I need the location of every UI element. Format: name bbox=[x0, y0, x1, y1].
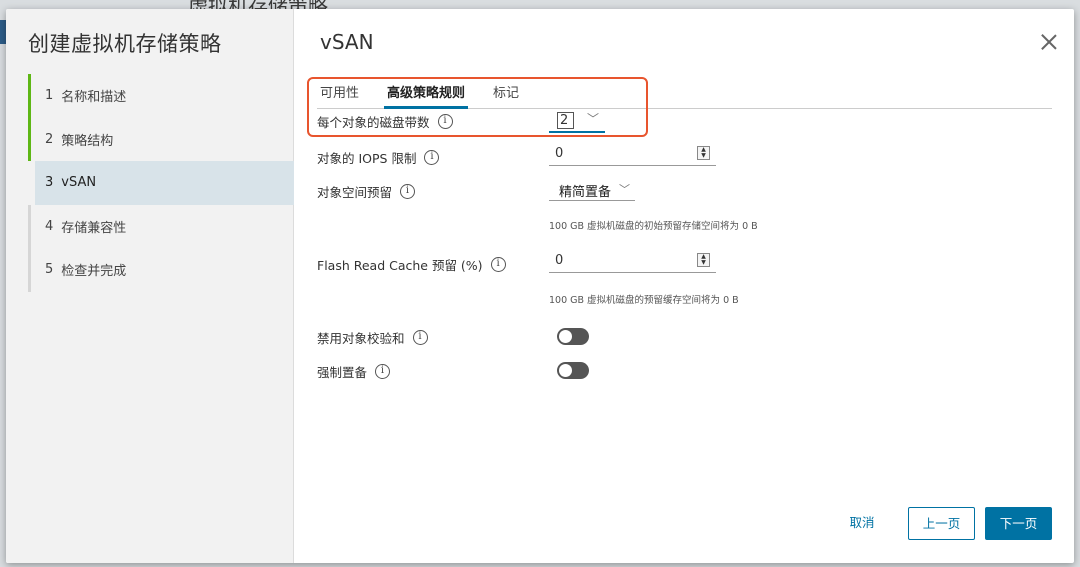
wizard-content: vSAN 可用性 高级策略规则 标记 每个对象的磁盘带数 i 2 ﹀ 对象的 I… bbox=[295, 9, 1074, 563]
force-provisioning-toggle[interactable] bbox=[557, 362, 589, 379]
step-vsan[interactable]: 3 vSAN bbox=[35, 161, 294, 205]
step-number: 1 bbox=[45, 88, 54, 104]
step-label: 存储兼容性 bbox=[61, 220, 127, 236]
iops-input[interactable]: 0 ▲ ▼ bbox=[549, 144, 716, 166]
stepper-icon[interactable]: ▲ ▼ bbox=[697, 146, 710, 160]
info-icon[interactable]: i bbox=[412, 330, 428, 345]
stripes-label: 每个对象的磁盘带数 bbox=[317, 115, 430, 130]
next-button[interactable]: 下一页 bbox=[985, 507, 1052, 540]
flash-cache-label: Flash Read Cache 预留 (%) bbox=[317, 258, 483, 273]
step-number: 4 bbox=[45, 218, 54, 234]
iops-row: 对象的 IOPS 限制 i bbox=[317, 148, 440, 167]
force-provisioning-label: 强制置备 bbox=[317, 365, 368, 380]
step-label: 名称和描述 bbox=[61, 90, 127, 106]
step-number: 5 bbox=[45, 262, 54, 278]
stripes-select[interactable]: 2 ﹀ bbox=[549, 109, 605, 133]
wizard-title: 创建虚拟机存储策略 bbox=[28, 32, 222, 56]
step-review-finish[interactable]: 5 检查并完成 bbox=[28, 248, 294, 292]
disable-checksum-toggle[interactable] bbox=[557, 328, 589, 345]
chevron-down-icon: ﹀ bbox=[619, 183, 630, 196]
stepper-icon[interactable]: ▲ ▼ bbox=[697, 253, 710, 267]
info-icon[interactable]: i bbox=[437, 114, 453, 129]
wizard-steps: 1 名称和描述 2 策略结构 3 vSAN 4 存储兼容性 5 检查并完成 bbox=[28, 74, 294, 292]
disable-checksum-label: 禁用对象校验和 bbox=[317, 331, 405, 346]
step-storage-compatibility[interactable]: 4 存储兼容性 bbox=[28, 204, 294, 249]
step-label: 检查并完成 bbox=[61, 264, 127, 280]
flash-cache-hint: 100 GB 虚拟机磁盘的预留缓存空间将为 0 B bbox=[549, 295, 739, 306]
back-button[interactable]: 上一页 bbox=[908, 507, 975, 540]
step-label: vSAN bbox=[61, 175, 97, 191]
info-icon[interactable]: i bbox=[400, 184, 416, 199]
flash-cache-input[interactable]: 0 ▲ ▼ bbox=[549, 251, 716, 273]
force-provisioning-row: 强制置备 i bbox=[317, 362, 391, 381]
info-icon[interactable]: i bbox=[490, 257, 506, 272]
iops-label: 对象的 IOPS 限制 bbox=[317, 151, 417, 166]
wizard-nav: 创建虚拟机存储策略 1 名称和描述 2 策略结构 3 vSAN 4 存储兼容性 … bbox=[6, 9, 294, 563]
space-reservation-select[interactable]: 精简置备 ﹀ bbox=[549, 179, 635, 201]
iops-value: 0 bbox=[555, 146, 564, 161]
info-icon[interactable]: i bbox=[375, 364, 391, 379]
page-title: vSAN bbox=[320, 30, 374, 54]
space-reservation-hint: 100 GB 虚拟机磁盘的初始预留存储空间将为 0 B bbox=[549, 221, 758, 232]
create-storage-policy-dialog: 创建虚拟机存储策略 1 名称和描述 2 策略结构 3 vSAN 4 存储兼容性 … bbox=[6, 9, 1074, 563]
step-policy-structure[interactable]: 2 策略结构 bbox=[28, 117, 294, 162]
stripes-value: 2 bbox=[557, 112, 574, 129]
step-name-description[interactable]: 1 名称和描述 bbox=[28, 74, 294, 118]
close-icon[interactable] bbox=[1040, 33, 1058, 51]
step-label: 策略结构 bbox=[61, 133, 114, 149]
chevron-down-icon: ﹀ bbox=[587, 112, 600, 126]
cancel-button[interactable]: 取消 bbox=[840, 507, 884, 540]
flash-cache-row: Flash Read Cache 预留 (%) i bbox=[317, 255, 506, 274]
disable-checksum-row: 禁用对象校验和 i bbox=[317, 328, 428, 347]
flash-cache-value: 0 bbox=[555, 253, 564, 268]
space-reservation-row: 对象空间预留 i bbox=[317, 182, 416, 201]
step-number: 3 bbox=[45, 175, 54, 191]
space-reservation-label: 对象空间预留 bbox=[317, 185, 393, 200]
step-number: 2 bbox=[45, 131, 54, 147]
info-icon[interactable]: i bbox=[424, 150, 440, 165]
space-reservation-value: 精简置备 bbox=[559, 185, 612, 200]
stripes-row: 每个对象的磁盘带数 i bbox=[317, 112, 453, 131]
